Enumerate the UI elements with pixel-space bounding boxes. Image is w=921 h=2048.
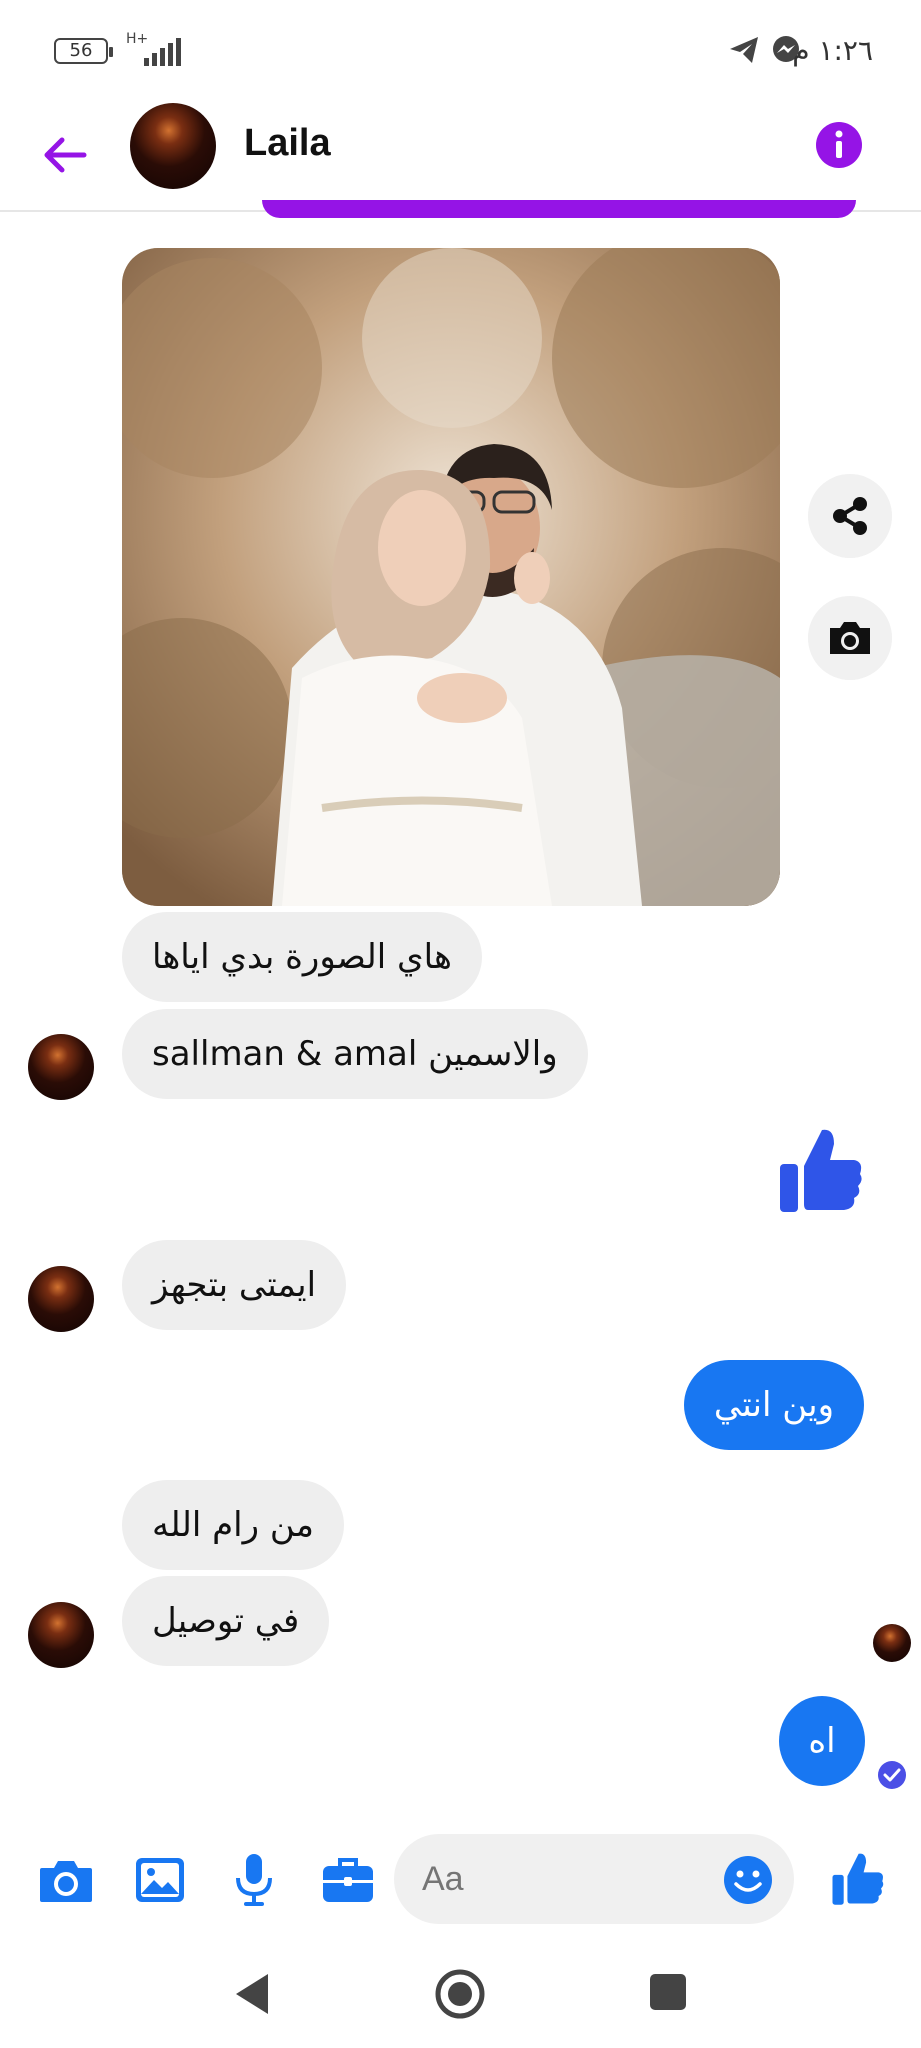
contact-avatar[interactable] [130,103,216,189]
system-navigation-bar [0,1940,921,2048]
contact-name[interactable]: Laila [244,122,331,165]
status-time: ١:٢٦ م [792,34,873,67]
message-bubble-incoming[interactable]: هاي الصورة بدي اياها [122,912,482,1002]
status-bar: 56 H+ ١:٢٦ م [0,0,921,100]
message-bubble-outgoing[interactable]: وين انتي [683,1360,864,1450]
message-composer [0,1820,921,1940]
briefcase-icon[interactable] [318,1850,378,1910]
delivered-check-icon [878,1761,906,1789]
sender-avatar[interactable] [28,1602,94,1668]
seen-avatar [873,1624,911,1662]
signal-icon [144,38,181,66]
camera-icon[interactable] [36,1850,96,1910]
like-icon[interactable] [830,1850,886,1906]
message-bubble-incoming[interactable]: في توصيل [122,1576,330,1666]
like-sticker-icon[interactable] [778,1124,864,1214]
sender-avatar[interactable] [28,1266,94,1332]
battery-level: 56 [69,40,93,61]
nav-home-icon[interactable] [434,1968,486,2020]
telegram-icon [730,37,758,63]
message-bubble-incoming[interactable]: ايمتى بتجهز [122,1240,347,1330]
emoji-icon[interactable] [722,1854,774,1906]
message-bubble-outgoing[interactable]: اه [779,1696,865,1786]
nav-recents-icon[interactable] [648,1972,688,2012]
info-icon[interactable] [815,121,863,169]
sender-avatar[interactable] [28,1034,94,1100]
nav-back-icon[interactable] [230,1970,274,2018]
battery-icon: 56 [54,38,113,64]
couple-photo-illustration [122,248,780,906]
message-bubble-incoming[interactable]: sallman & amal والاسمين [122,1009,588,1099]
back-arrow-icon[interactable] [40,130,90,180]
gallery-icon[interactable] [130,1850,190,1910]
previous-message-bubble[interactable] [262,200,856,218]
share-icon[interactable] [808,474,892,558]
message-bubble-incoming[interactable]: من رام الله [122,1480,344,1570]
camera-icon[interactable] [808,596,892,680]
shared-photo[interactable] [122,248,780,906]
microphone-icon[interactable] [224,1850,284,1910]
